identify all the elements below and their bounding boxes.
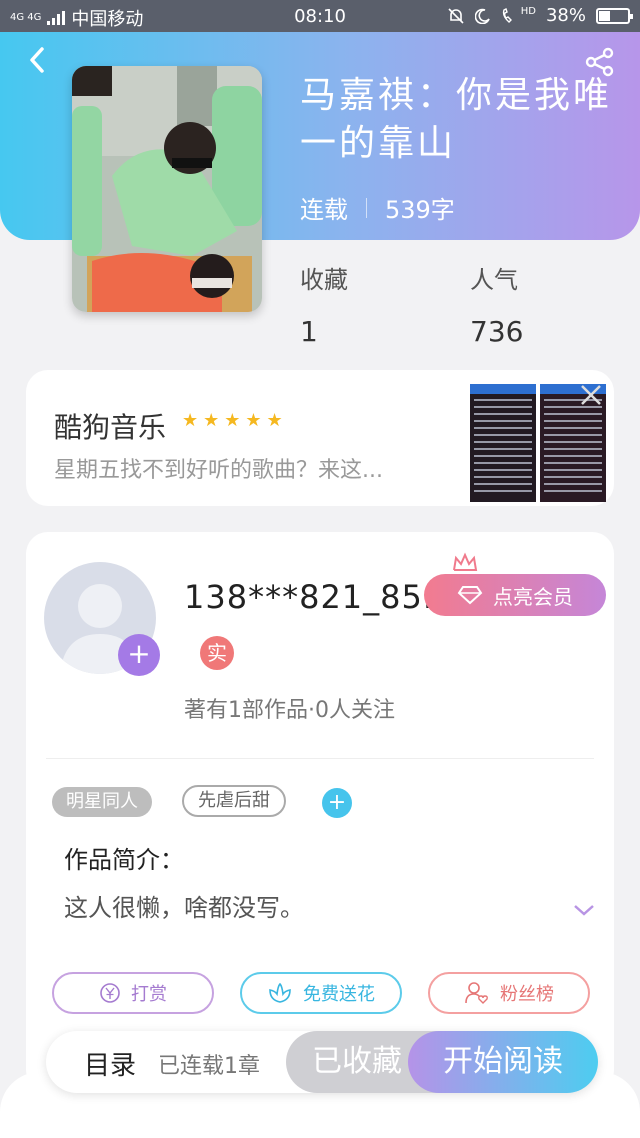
status-bar: 4G 4G 中国移动 08:10 HD 38% <box>0 0 640 32</box>
hd-label: HD <box>520 6 536 17</box>
book-meta: 连载 539字 <box>300 190 455 225</box>
moon-icon <box>474 8 490 24</box>
add-tag-button[interactable]: + <box>322 788 352 818</box>
book-cover-image[interactable] <box>72 66 262 312</box>
popularity-value: 736 <box>470 315 524 348</box>
bell-muted-icon <box>448 7 464 24</box>
favorites-value: 1 <box>300 315 318 348</box>
reward-label: 打赏 <box>131 984 167 1005</box>
intro-text: 这人很懒，啥都没写。 <box>64 894 304 922</box>
author-info-card: + 138***821_85... 实 点亮会员 著有1部作品·0人关注 明星同… <box>26 532 614 1092</box>
favorites-label: 收藏 <box>300 266 348 294</box>
battery-fill <box>599 10 610 21</box>
start-reading-button[interactable]: 开始阅读 <box>408 1031 598 1093</box>
ad-app-name: 酷狗音乐 <box>54 411 167 444</box>
ad-thumbnail-1 <box>470 384 536 502</box>
author-username[interactable]: 138***821_85... <box>184 578 456 616</box>
ad-rating-stars: ★★★★★ <box>182 410 288 431</box>
send-flower-label: 免费送花 <box>303 984 375 1005</box>
close-icon[interactable] <box>578 382 604 408</box>
verified-badge: 实 <box>200 636 234 670</box>
word-count: 539字 <box>385 196 455 224</box>
intro-heading: 作品简介： <box>64 846 184 874</box>
crown-icon <box>453 552 478 571</box>
reward-button[interactable]: 打赏 <box>52 972 214 1014</box>
serial-status: 连载 <box>300 196 348 224</box>
toc-button[interactable]: 目录 <box>84 1045 136 1082</box>
tag-celebrity-fanfic[interactable]: 明星同人 <box>52 787 152 817</box>
chapter-count: 已连载1章 <box>158 1054 260 1079</box>
yen-coin-icon <box>100 983 120 1003</box>
favorites-stat: 收藏 1 <box>300 260 348 348</box>
send-flower-button[interactable]: 免费送花 <box>240 972 402 1014</box>
ad-description: 星期五找不到好听的歌曲？来这... <box>54 458 383 483</box>
popularity-label: 人气 <box>470 266 518 294</box>
fan-ranking-button[interactable]: 粉丝榜 <box>428 972 590 1014</box>
chevron-down-icon[interactable] <box>572 902 596 918</box>
user-heart-icon <box>465 982 488 1004</box>
battery-percent: 38% <box>545 5 586 26</box>
meta-divider <box>366 197 367 218</box>
bottom-action-bar: 目录 已连载1章 已收藏 开始阅读 <box>46 1031 598 1093</box>
author-stats: 著有1部作品·0人关注 <box>184 698 395 723</box>
battery-icon <box>596 7 633 24</box>
hd-call-icon <box>502 7 512 23</box>
vip-button-label: 点亮会员 <box>493 584 573 609</box>
follow-author-button[interactable]: + <box>118 634 160 676</box>
cover-photo <box>72 66 262 312</box>
back-button[interactable] <box>20 42 56 78</box>
book-title: 马嘉祺：你是我唯一的靠山 <box>300 75 613 164</box>
flower-icon <box>269 982 291 1003</box>
vip-membership-button[interactable]: 点亮会员 <box>424 574 606 616</box>
tag-angst-then-sweet[interactable]: 先虐后甜 <box>182 785 286 817</box>
divider <box>46 758 594 759</box>
ad-banner[interactable]: 酷狗音乐 ★★★★★ 星期五找不到好听的歌曲？来这... <box>26 370 614 506</box>
popularity-stat: 人气 736 <box>470 260 523 348</box>
fan-ranking-label: 粉丝榜 <box>500 984 554 1005</box>
diamond-icon <box>457 586 483 605</box>
